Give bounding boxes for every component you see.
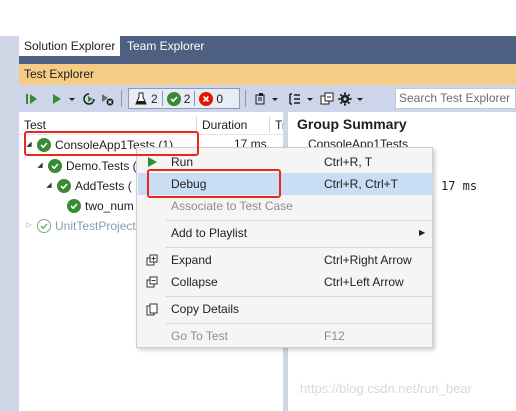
menu-separator — [166, 247, 432, 248]
tool-window-tabbar: Solution Explorer Team Explorer — [19, 36, 516, 56]
toolbar-separator — [245, 90, 246, 107]
failed-tests-filter[interactable]: 0 — [197, 91, 225, 106]
passed-tests-filter[interactable]: 2 — [165, 91, 193, 106]
passed-check-icon — [37, 219, 51, 233]
rerun-icon[interactable] — [81, 89, 97, 108]
menu-item-copy-details[interactable]: Copy Details — [138, 298, 433, 320]
tree-node-label: UnitTestProject — [55, 219, 136, 233]
collapsed-triangle-icon[interactable]: ▷ — [25, 217, 33, 235]
group-summary-title: Group Summary — [297, 116, 407, 132]
passed-check-icon — [57, 179, 71, 193]
tree-node-demo-tests[interactable]: ◢ Demo.Tests ( — [36, 157, 137, 175]
tree-node-addtests[interactable]: ◢ AddTests ( — [45, 177, 132, 195]
expanded-triangle-icon[interactable]: ◢ — [36, 157, 44, 175]
settings-dropdown-chevron-icon[interactable] — [355, 89, 364, 108]
annotation-highlight-box — [24, 131, 199, 156]
annotation-highlight-box — [147, 169, 281, 198]
passed-check-icon — [166, 91, 181, 106]
flask-icon — [135, 92, 147, 104]
left-dock-edge — [0, 36, 19, 411]
panel-title: Test Explorer — [19, 64, 516, 85]
tree-node-two-num[interactable]: two_num — [67, 197, 134, 215]
cancel-icon[interactable] — [99, 89, 115, 108]
tree-node-label: AddTests ( — [75, 179, 132, 193]
tree-node-unittestproject[interactable]: ▷ UnitTestProject — [25, 217, 136, 235]
menu-item-go-to-test[interactable]: Go To Test F12 — [138, 325, 433, 347]
menu-separator — [166, 323, 432, 324]
search-input[interactable]: Search Test Explorer — [395, 88, 516, 109]
playlist-icon[interactable] — [253, 89, 269, 108]
tree-node-label: two_num — [85, 199, 134, 213]
tab-team-explorer[interactable]: Team Explorer — [122, 36, 210, 56]
menu-item-expand[interactable]: Expand Ctrl+Right Arrow — [138, 249, 433, 271]
tree-node-label: Demo.Tests ( — [66, 159, 137, 173]
menu-separator — [166, 220, 432, 221]
filter-separator — [194, 91, 196, 106]
menu-item-add-to-playlist[interactable]: Add to Playlist ▶ — [138, 222, 433, 244]
outcome-filter-group: 2 2 0 — [128, 88, 240, 109]
passed-check-icon — [67, 199, 81, 213]
passed-count: 2 — [183, 91, 191, 106]
failed-x-icon — [199, 91, 214, 106]
group-by-dropdown-chevron-icon[interactable] — [305, 89, 314, 108]
expanded-triangle-icon[interactable]: ◢ — [45, 177, 53, 195]
group-by-icon[interactable] — [287, 89, 303, 108]
playlist-dropdown-chevron-icon[interactable] — [270, 89, 279, 108]
total-count: 2 — [151, 91, 158, 106]
collapse-icon — [145, 275, 159, 289]
copy-icon — [145, 302, 159, 316]
run-all-icon[interactable] — [24, 89, 40, 108]
submenu-arrow-icon: ▶ — [419, 228, 426, 237]
total-tests-filter[interactable]: 2 — [132, 92, 160, 106]
tabbar-spacer — [19, 56, 516, 64]
filter-separator — [161, 91, 163, 106]
run-dropdown-chevron-icon[interactable] — [67, 89, 77, 108]
run-icon[interactable] — [49, 89, 65, 108]
menu-item-collapse[interactable]: Collapse Ctrl+Left Arrow — [138, 271, 433, 293]
watermark: https://blog.csdn.net/run_bear — [300, 381, 473, 396]
failed-count: 0 — [216, 91, 224, 106]
tab-solution-explorer[interactable]: Solution Explorer — [19, 36, 121, 56]
menu-item-associate-test-case[interactable]: Associate to Test Case — [138, 195, 433, 217]
toolbar-separator — [121, 90, 122, 107]
play-icon — [145, 155, 159, 169]
test-explorer-toolbar: 2 2 0 Search Test Explorer — [19, 85, 516, 112]
column-duration[interactable]: Duration — [197, 115, 247, 135]
menu-separator — [166, 296, 432, 297]
collapse-all-icon[interactable] — [319, 89, 335, 108]
window-top-blank — [0, 0, 516, 36]
passed-check-icon — [48, 159, 62, 173]
gear-icon[interactable] — [337, 89, 353, 108]
expand-icon — [145, 253, 159, 267]
summary-duration: 17 ms — [441, 179, 478, 193]
